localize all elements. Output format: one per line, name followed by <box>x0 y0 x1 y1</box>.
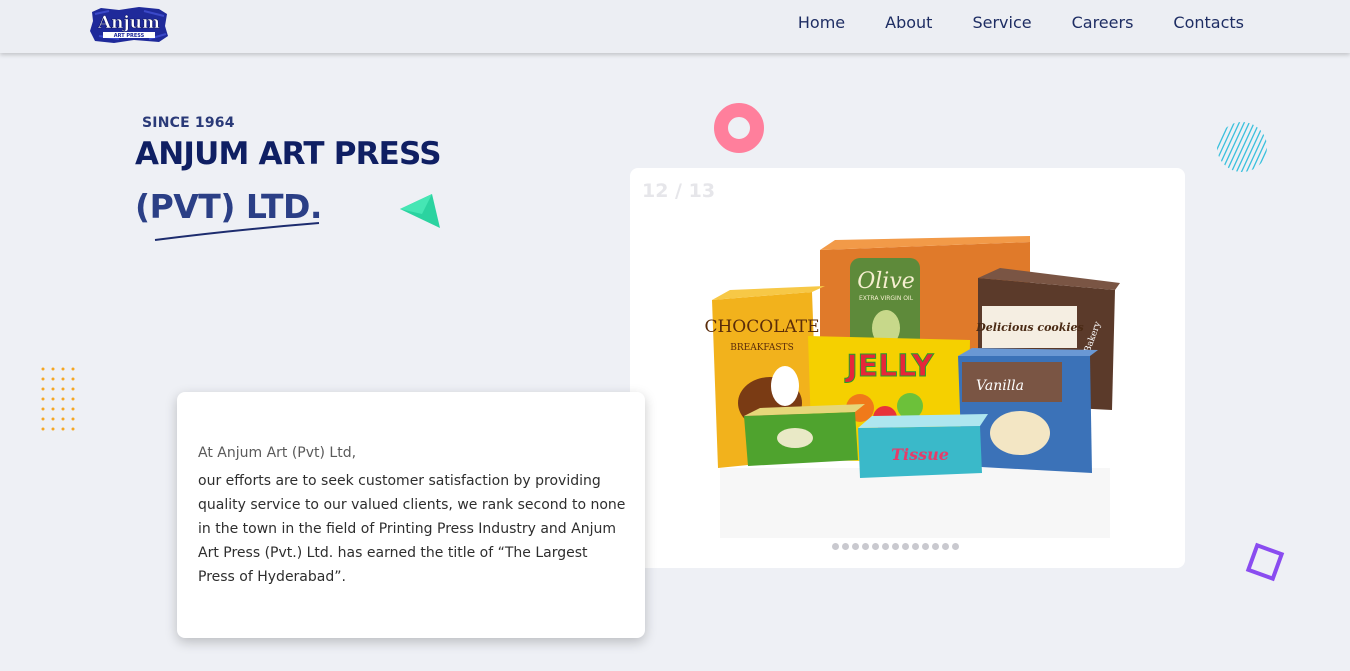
slide-dot-11[interactable] <box>932 543 939 550</box>
product-boxes-image: Olive EXTRA VIRGIN OIL CHOCOLATE BREAKFA… <box>704 236 1120 538</box>
title-underline <box>154 222 320 241</box>
ring-decoration <box>714 103 764 153</box>
slide-dot-9[interactable] <box>912 543 919 550</box>
nav-careers[interactable]: Careers <box>1072 13 1134 32</box>
slide-dot-12[interactable] <box>942 543 949 550</box>
olive-label: Olive <box>857 269 915 294</box>
olive-sublabel: EXTRA VIRGIN OIL <box>859 295 914 302</box>
square-outline-decoration <box>1245 542 1285 582</box>
company-title-line1: ANJUM ART PRESS <box>135 136 442 172</box>
slide-dot-3[interactable] <box>852 543 859 550</box>
nav-service[interactable]: Service <box>972 13 1031 32</box>
since-label: SINCE 1964 <box>142 115 235 131</box>
slide-dot-6[interactable] <box>882 543 889 550</box>
logo-text: Anjum <box>97 13 160 33</box>
intro-card: At Anjum Art (Pvt) Ltd, our efforts are … <box>177 392 645 638</box>
jelly-label: JELLY <box>845 349 935 384</box>
chocolate-sublabel: BREAKFASTS <box>730 343 793 353</box>
slide-counter: 12 / 13 <box>642 180 716 202</box>
striped-circle-decoration <box>1217 122 1267 172</box>
nav-home[interactable]: Home <box>798 13 845 32</box>
nav-contacts[interactable]: Contacts <box>1173 13 1244 32</box>
slide-dot-8[interactable] <box>902 543 909 550</box>
slide-dot-5[interactable] <box>872 543 879 550</box>
main-nav: Home About Service Careers Contacts <box>798 0 1244 45</box>
slider-pagination <box>832 543 959 550</box>
slide-dot-1[interactable] <box>832 543 839 550</box>
vanilla-label: Vanilla <box>976 378 1024 394</box>
product-slider[interactable]: 12 / 13 Olive EXTRA VIRGIN OIL CHOCOLATE… <box>630 168 1185 568</box>
triangle-decoration <box>400 194 440 228</box>
slide-dot-7[interactable] <box>892 543 899 550</box>
nav-about[interactable]: About <box>885 13 932 32</box>
intro-lead: At Anjum Art (Pvt) Ltd, <box>198 445 357 461</box>
cookies-label: Delicious cookies <box>975 321 1084 334</box>
slide-dot-10[interactable] <box>922 543 929 550</box>
brand-logo[interactable]: Anjum ART PRESS <box>89 6 169 44</box>
slide-dot-13[interactable] <box>952 543 959 550</box>
logo-subtext: ART PRESS <box>114 33 145 39</box>
tissue-label: Tissue <box>891 445 949 464</box>
intro-body: our efforts are to seek customer satisfa… <box>198 473 626 585</box>
dot-grid-decoration <box>41 367 75 431</box>
slide-dot-2[interactable] <box>842 543 849 550</box>
slide-dot-4[interactable] <box>862 543 869 550</box>
chocolate-label: CHOCOLATE <box>704 317 819 337</box>
site-header: Anjum ART PRESS Home About Service Caree… <box>0 0 1350 53</box>
